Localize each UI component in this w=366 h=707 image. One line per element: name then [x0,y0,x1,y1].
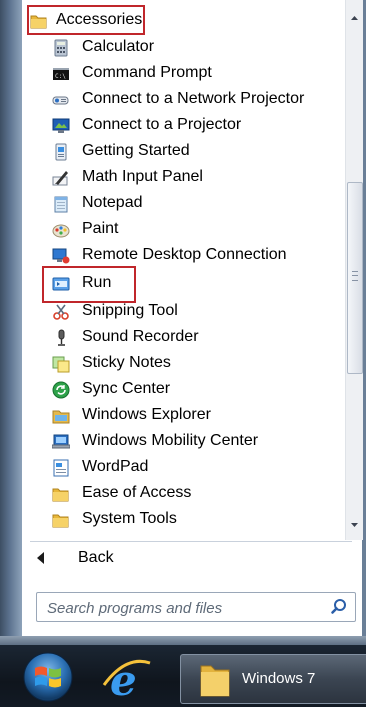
menu-item-label: Windows Explorer [82,406,211,423]
menu-item-math-input[interactable]: Math Input Panel [22,165,344,191]
menu-item-label: Remote Desktop Connection [82,246,287,263]
menu-item-snipping-tool[interactable]: Snipping Tool [22,299,344,325]
math-input-icon [52,171,68,186]
scroll-up-button[interactable] [346,10,363,27]
menu-item-label: Math Input Panel [82,168,203,185]
menu-item-sound-recorder[interactable]: Sound Recorder [22,325,344,351]
menu-item-label: Paint [82,220,119,237]
menu-item-label: Ease of Access [82,484,192,501]
wordpad-icon [53,459,69,477]
chevron-up-icon [351,16,358,20]
menu-item-label: Sticky Notes [82,354,171,371]
menu-item-sticky-notes[interactable]: Sticky Notes [22,351,344,377]
highlight-box-run [42,266,136,303]
mobility-center-icon [52,434,70,449]
menu-item-label: Calculator [82,38,155,55]
paint-icon [52,224,70,238]
menu-item-getting-started[interactable]: Getting Started [22,139,344,165]
menu-item-calculator[interactable]: Calculator [22,35,344,61]
menu-item-label: Snipping Tool [82,302,178,319]
internet-explorer-icon: e [102,656,151,701]
command-prompt-icon: C:\ [53,68,69,80]
menu-item-command-prompt[interactable]: C:\ Command Prompt [22,61,344,87]
folder-icon [52,514,69,528]
search-icon[interactable] [329,597,349,617]
program-list: Accessories Calculator C:\ Command Promp… [22,0,344,540]
search-input[interactable] [45,597,319,619]
chevron-down-icon [351,523,358,527]
menu-item-label: System Tools [82,510,177,527]
folder-explorer-icon [52,410,70,424]
menu-item-ease-of-access[interactable]: Ease of Access [22,481,344,507]
scrollbar-thumb[interactable] [347,182,363,374]
search-box [36,592,356,622]
start-button[interactable] [18,648,78,705]
snipping-tool-icon [53,304,69,320]
menu-item-label: Sound Recorder [82,328,199,345]
projector-icon [52,118,70,133]
notepad-icon [54,196,68,213]
microphone-icon [58,329,65,346]
menu-item-paint[interactable]: Paint [22,217,344,243]
menu-item-wordpad[interactable]: WordPad [22,455,344,481]
menu-item-label: Windows Mobility Center [82,432,259,449]
menu-item-label: Getting Started [82,142,190,159]
menu-item-notepad[interactable]: Notepad [22,191,344,217]
menu-item-label: Connect to a Network Projector [82,90,305,107]
start-menu-frame [0,0,22,645]
sticky-notes-icon [52,356,70,373]
svg-text:C:\: C:\ [55,73,66,80]
back-arrow-icon [37,552,44,564]
back-button[interactable]: Back [22,545,344,571]
menu-item-label: Sync Center [82,380,171,397]
internet-explorer-button[interactable]: e [98,655,154,701]
menu-separator [30,541,352,542]
menu-item-projector[interactable]: Connect to a Projector [22,113,344,139]
menu-item-label: Connect to a Projector [82,116,242,133]
menu-item-label: Command Prompt [82,64,212,81]
start-menu-panel: Accessories Calculator C:\ Command Promp… [22,0,363,645]
start-menu-bottom-border [0,636,366,645]
menu-item-label: Notepad [82,194,143,211]
menu-item-network-projector[interactable]: Connect to a Network Projector [22,87,344,113]
menu-item-label: WordPad [82,458,149,475]
getting-started-icon [55,143,67,161]
sync-icon [52,381,70,399]
remote-desktop-icon [52,248,70,264]
scrollbar[interactable] [345,0,363,540]
network-projector-icon [52,96,69,105]
scrollbar-grip-icon [352,271,358,281]
menu-item-sync-center[interactable]: Sync Center [22,377,344,403]
menu-item-mobility-center[interactable]: Windows Mobility Center [22,429,344,455]
folder-icon [52,488,69,502]
folder-icon [200,665,230,697]
calculator-icon [54,39,68,57]
taskbar-window-label: Windows 7 [242,670,316,687]
back-label: Back [78,549,114,566]
menu-item-windows-explorer[interactable]: Windows Explorer [22,403,344,429]
highlight-box-accessories [27,5,145,35]
menu-item-system-tools[interactable]: System Tools [22,507,344,533]
scroll-down-button[interactable] [346,516,363,533]
